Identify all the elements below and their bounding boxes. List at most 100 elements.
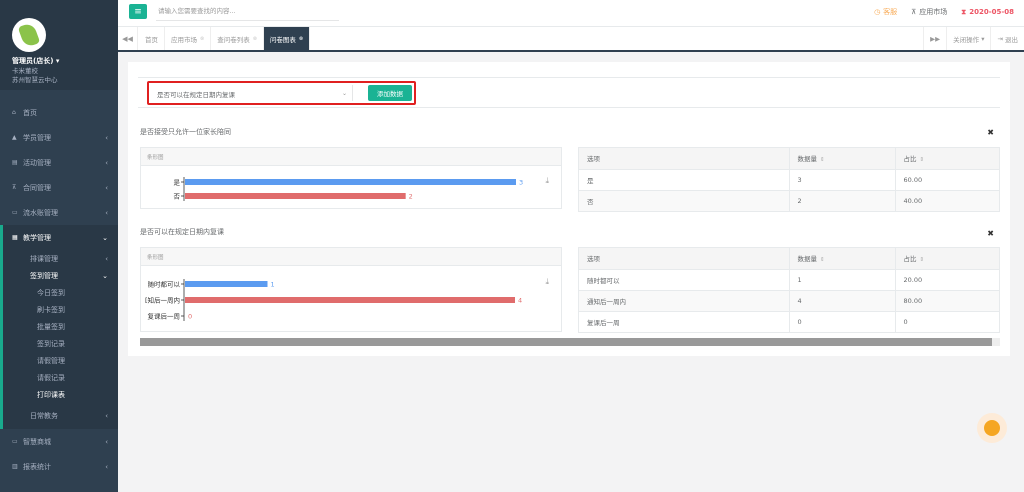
chevron-left-icon: ‹: [105, 183, 108, 192]
sidebar-item-checkin-records[interactable]: 签到记录: [3, 335, 118, 352]
service-link[interactable]: ◷ 客服: [874, 7, 897, 17]
cell-count: 1: [789, 269, 896, 291]
sidebar-item-ledger[interactable]: ▭ 流水账管理 ‹: [0, 200, 118, 225]
bar[interactable]: [185, 281, 268, 287]
category-label: 复课后一周: [148, 312, 181, 321]
data-label: 4: [518, 297, 522, 305]
survey-chart-panel: 是否可以在规定日期内复课 ⌄ 添加数据 是否接受只允许一位家长陪同 ✖ 条形图 …: [128, 62, 1010, 356]
bar[interactable]: [185, 297, 515, 303]
sidebar-item-reports[interactable]: ▥ 报表统计 ‹: [0, 454, 118, 479]
cell-option: 否: [579, 190, 790, 211]
category-label: [知后一周内: [145, 296, 180, 305]
cell-count: 3: [789, 169, 896, 191]
chevron-left-icon: ‹: [105, 412, 108, 420]
divider: [352, 85, 353, 101]
cell-option: 通知后一周内: [579, 290, 790, 312]
sidebar-item-batch-checkin[interactable]: 批量签到: [3, 318, 118, 335]
tabs-scroll-left-button[interactable]: ◀◀: [118, 27, 138, 50]
logout-icon: ⇥: [997, 34, 1003, 43]
close-tab-icon[interactable]: ⊗: [253, 36, 257, 42]
tab-app-market[interactable]: 应用市场 ⊗: [165, 27, 212, 50]
sidebar-item-leave-records[interactable]: 请假记录: [3, 369, 118, 386]
chevron-left-icon: ‹: [105, 158, 108, 167]
sidebar-item-daily-affairs[interactable]: 日常教务 ‹: [3, 403, 118, 429]
category-label: 否: [174, 193, 181, 201]
avatar[interactable]: [12, 18, 46, 52]
download-icon[interactable]: ⤓: [545, 176, 549, 186]
question-title: 是否可以在规定日期内复课: [140, 228, 224, 236]
cell-ratio: 20.00: [895, 269, 999, 291]
search-input[interactable]: [156, 2, 339, 21]
tab-survey-list[interactable]: 查问卷列表 ⊗: [211, 27, 264, 50]
tab-survey-chart[interactable]: 问卷图表 ⊗: [263, 27, 311, 50]
sidebar-item-home[interactable]: ⌂ 首页: [0, 100, 118, 125]
chevron-down-icon: ⌄: [341, 90, 347, 97]
category-label: 是: [174, 179, 181, 187]
sort-icon: ⇕: [919, 257, 925, 264]
top-right-links: ◷ 客服 ⊼ 应用市场 ⧗ 2020-05-08: [874, 7, 1014, 17]
sidebar-item-checkin[interactable]: 签到管理 ⌄: [3, 267, 118, 284]
sidebar-item-students[interactable]: ▲ 学员管理 ‹: [0, 125, 118, 150]
logout-button[interactable]: ⇥ 退出: [990, 27, 1024, 50]
cell-ratio: 40.00: [895, 190, 999, 211]
customer-service-float-button[interactable]: [977, 413, 1007, 443]
sidebar-item-schedule[interactable]: 排课管理 ‹: [3, 250, 118, 267]
cell-ratio: 0: [903, 317, 908, 326]
close-tab-icon[interactable]: ⊗: [200, 36, 204, 42]
data-label: 1: [271, 281, 275, 289]
tabs-scroll-right-button[interactable]: ▶▶: [923, 27, 946, 50]
cell-count: 0: [789, 311, 896, 332]
bar[interactable]: [185, 193, 406, 199]
question-chart: 条形图 是 3 否 2 ⤓: [140, 147, 562, 209]
data-label: 3: [519, 179, 523, 187]
sidebar-item-print-schedule[interactable]: 打印课表: [3, 386, 118, 403]
user-profile: 管理员(店长) ▾ 卡米董校 苏州智慧云中心: [0, 0, 118, 90]
chevron-left-icon: ‹: [105, 133, 108, 142]
tab-home[interactable]: 首页: [139, 27, 165, 50]
tabs-list: 首页 应用市场 ⊗ 查问卷列表 ⊗ 问卷图表 ⊗: [139, 27, 311, 50]
sidebar-item-mall[interactable]: ▭ 智慧商城 ‹: [0, 429, 118, 454]
sort-icon: ⇕: [820, 157, 825, 164]
chevron-down-icon: ⌄: [102, 271, 108, 280]
bar-chart: 是 3 否 2: [174, 177, 523, 201]
close-icon[interactable]: ✖: [987, 128, 994, 137]
chart-type-label: 条形图: [141, 148, 561, 166]
sort-icon: ⇕: [919, 157, 925, 164]
download-icon[interactable]: ⤓: [545, 277, 549, 287]
question-select[interactable]: 是否可以在规定日期内复课 ⌄: [153, 87, 351, 100]
sidebar-item-today-checkin[interactable]: 今日签到: [3, 284, 118, 301]
sidebar-item-contracts[interactable]: ⊼ 合同管理 ‹: [0, 175, 118, 200]
column-header-option[interactable]: 选项: [579, 148, 790, 170]
sidebar-item-card-checkin[interactable]: 刷卡签到: [3, 301, 118, 318]
backward-icon: ◀◀: [122, 34, 133, 43]
sidebar: 管理员(店长) ▾ 卡米董校 苏州智慧云中心 ⌂ 首页 ▲ 学员管理 ‹ ▤ 活…: [0, 0, 118, 492]
column-header-count[interactable]: 数据量 ⇕: [789, 248, 896, 270]
horizontal-scrollbar[interactable]: [140, 338, 992, 346]
sidebar-item-activities[interactable]: ▤ 活动管理 ‹: [0, 150, 118, 175]
bar[interactable]: [185, 179, 516, 185]
close-icon[interactable]: ✖: [987, 229, 994, 238]
forward-icon: ▶▶: [930, 34, 941, 43]
date-display: ⧗ 2020-05-08: [961, 7, 1014, 17]
question-table: 选项 数据量 ⇕ 占比 ⇕ 随时都可以 1 20.00 通知后一周内 4 80.00…: [578, 247, 1000, 333]
close-tab-icon[interactable]: ⊗: [299, 36, 303, 42]
column-header-ratio[interactable]: 占比 ⇕: [895, 148, 999, 170]
home-icon: ⌂: [12, 109, 16, 116]
sidebar-item-teaching[interactable]: ▦ 教学管理 ⌄: [0, 225, 118, 250]
column-header-count[interactable]: 数据量 ⇕: [789, 148, 896, 170]
question-title: 是否接受只允许一位家长陪同: [140, 128, 231, 136]
app-market-link[interactable]: ⊼ 应用市场: [911, 7, 947, 17]
data-label: 2: [409, 193, 413, 201]
bar-chart: 随时都可以 1 [知后一周内 4 复课后一周 0: [145, 279, 522, 321]
chevron-down-icon: ⌄: [102, 233, 108, 242]
table-row: 复课后一周 0 0: [579, 311, 999, 332]
tab-actions: ▶▶ 关闭操作 ▾ ⇥ 退出: [923, 27, 1024, 50]
add-data-button[interactable]: 添加数据: [368, 85, 412, 101]
hourglass-icon: ⧗: [961, 7, 967, 16]
sidebar-item-leave-manage[interactable]: 请假管理: [3, 352, 118, 369]
column-header-option[interactable]: 选项: [579, 248, 790, 270]
menu-toggle-button[interactable]: ≡: [129, 4, 147, 19]
column-header-ratio[interactable]: 占比 ⇕: [895, 248, 999, 270]
close-operations-dropdown[interactable]: 关闭操作 ▾: [946, 27, 990, 50]
chevron-left-icon: ‹: [105, 437, 108, 446]
